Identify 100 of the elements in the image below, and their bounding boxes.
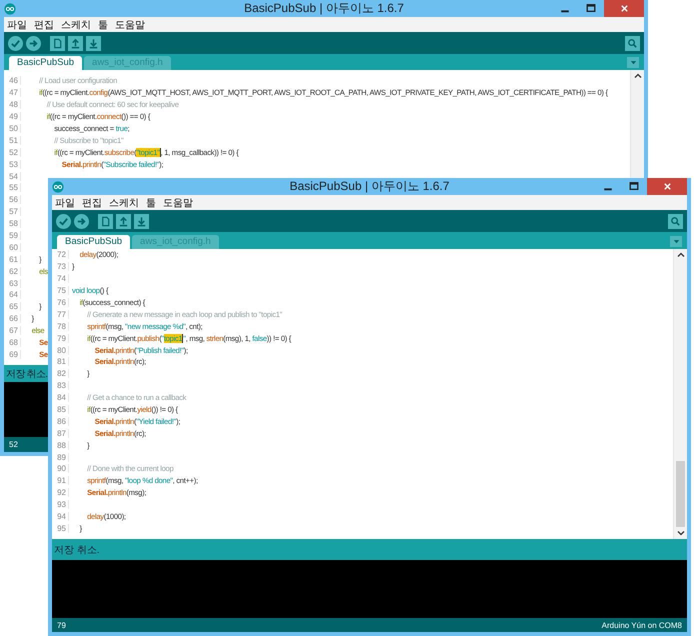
window-title: BasicPubSub | 아두이노 1.6.7 bbox=[290, 178, 450, 195]
toolbar-button[interactable] bbox=[50, 36, 65, 50]
line-number: 85 bbox=[52, 405, 69, 414]
serial-monitor-button[interactable] bbox=[625, 36, 640, 50]
magnifier-icon bbox=[627, 38, 638, 48]
line-number: 61 bbox=[4, 254, 21, 264]
file-tab[interactable]: BasicPubSub bbox=[9, 56, 82, 70]
line-number: 89 bbox=[52, 452, 69, 462]
line-number: 50 bbox=[4, 124, 21, 133]
line-number: 72 bbox=[52, 250, 69, 260]
line-number: 54 bbox=[4, 172, 21, 181]
line-number: 95 bbox=[52, 524, 69, 533]
line-number: 57 bbox=[4, 207, 21, 216]
logo-icon bbox=[52, 180, 64, 192]
menu-item[interactable]: 파일 bbox=[7, 18, 27, 32]
line-number: 73 bbox=[52, 262, 69, 272]
toolbar-button[interactable] bbox=[26, 36, 41, 50]
toolbar-button[interactable] bbox=[116, 214, 131, 228]
line-number: 78 bbox=[52, 322, 69, 331]
line-number: 53 bbox=[4, 160, 21, 169]
line-number: 75 bbox=[52, 286, 69, 296]
line-number: 46 bbox=[4, 76, 21, 86]
line-number: 76 bbox=[52, 298, 69, 307]
right-arrow-icon bbox=[28, 38, 39, 48]
line-number: 91 bbox=[52, 476, 69, 486]
line-number: 80 bbox=[52, 346, 69, 355]
scrollbar[interactable] bbox=[673, 249, 687, 539]
caret-icon bbox=[672, 237, 680, 246]
line-number: 62 bbox=[4, 266, 21, 276]
serial-monitor-button[interactable] bbox=[668, 214, 683, 228]
page-icon bbox=[52, 38, 63, 48]
line-indicator: 79 bbox=[57, 620, 66, 630]
line-number: 87 bbox=[52, 428, 69, 438]
line-number: 79 bbox=[52, 334, 69, 343]
close-icon bbox=[662, 182, 672, 191]
up-arrow-icon bbox=[70, 38, 81, 48]
toolbar-button[interactable] bbox=[56, 214, 71, 228]
line-number: 49 bbox=[4, 112, 21, 122]
menu-item[interactable]: 툴 bbox=[98, 18, 108, 32]
menu-item[interactable]: 편집 bbox=[34, 18, 54, 32]
line-number: 47 bbox=[4, 88, 21, 98]
menu-item[interactable]: 툴 bbox=[146, 196, 156, 210]
line-number: 94 bbox=[52, 512, 69, 522]
menu-item[interactable]: 도움말 bbox=[115, 18, 145, 32]
menu-item[interactable]: 파일 bbox=[55, 196, 75, 210]
toolbar-button[interactable] bbox=[74, 214, 89, 228]
line-number: 90 bbox=[52, 464, 69, 474]
line-number: 66 bbox=[4, 314, 21, 324]
line-number: 88 bbox=[52, 440, 69, 450]
menu-item[interactable]: 편집 bbox=[82, 196, 102, 210]
line-number: 59 bbox=[4, 231, 21, 240]
line-number: 56 bbox=[4, 195, 21, 204]
board-port-label: Arduino Yún on COM8 bbox=[602, 620, 682, 630]
toolbar-button[interactable] bbox=[134, 214, 149, 228]
magnifier-icon bbox=[670, 216, 681, 226]
line-number: 86 bbox=[52, 416, 69, 426]
line-indicator: 52 bbox=[9, 440, 18, 449]
caret-icon bbox=[628, 58, 638, 67]
menu-item[interactable]: 스케치 bbox=[109, 196, 139, 210]
line-number: 64 bbox=[4, 290, 21, 300]
scrollbar-thumb[interactable] bbox=[676, 461, 685, 527]
line-number: 55 bbox=[4, 183, 21, 192]
menu-item[interactable]: 도움말 bbox=[163, 196, 193, 210]
toolbar-button[interactable] bbox=[98, 214, 113, 228]
toolbar-button[interactable] bbox=[68, 36, 83, 50]
down-arrow-icon bbox=[88, 38, 99, 48]
toolbar-button[interactable] bbox=[86, 36, 101, 50]
status-message: 저장 취소. bbox=[54, 544, 100, 556]
line-number: 77 bbox=[52, 310, 69, 319]
line-number: 69 bbox=[4, 350, 21, 359]
close-button[interactable] bbox=[647, 178, 687, 195]
checkmark-icon bbox=[58, 216, 69, 226]
toolbar-button[interactable] bbox=[8, 36, 23, 50]
line-number: 63 bbox=[4, 278, 21, 288]
line-number: 65 bbox=[4, 302, 21, 312]
line-number: 81 bbox=[52, 357, 69, 366]
close-icon bbox=[620, 4, 628, 13]
line-number: 60 bbox=[4, 242, 21, 252]
line-number: 92 bbox=[52, 488, 69, 498]
line-number: 48 bbox=[4, 100, 21, 110]
down-arrow-icon bbox=[136, 216, 147, 226]
window-title: BasicPubSub | 아두이노 1.6.7 bbox=[244, 0, 404, 17]
status-message: 저장 취소. bbox=[6, 368, 48, 380]
line-number: 93 bbox=[52, 500, 69, 510]
up-arrow-icon bbox=[118, 216, 129, 226]
line-number: 68 bbox=[4, 338, 21, 348]
menu-item[interactable]: 스케치 bbox=[61, 18, 91, 32]
line-number: 74 bbox=[52, 274, 69, 284]
line-number: 67 bbox=[4, 326, 21, 336]
checkmark-icon bbox=[10, 38, 21, 48]
logo-icon bbox=[4, 2, 16, 14]
close-button[interactable] bbox=[604, 0, 644, 17]
file-tab[interactable]: BasicPubSub bbox=[57, 235, 130, 249]
page-icon bbox=[100, 216, 111, 226]
right-arrow-icon bbox=[76, 216, 87, 226]
line-number: 52 bbox=[4, 148, 21, 157]
line-number: 84 bbox=[52, 393, 69, 402]
line-number: 51 bbox=[4, 136, 21, 145]
line-number: 83 bbox=[52, 381, 69, 390]
line-number: 58 bbox=[4, 219, 21, 228]
